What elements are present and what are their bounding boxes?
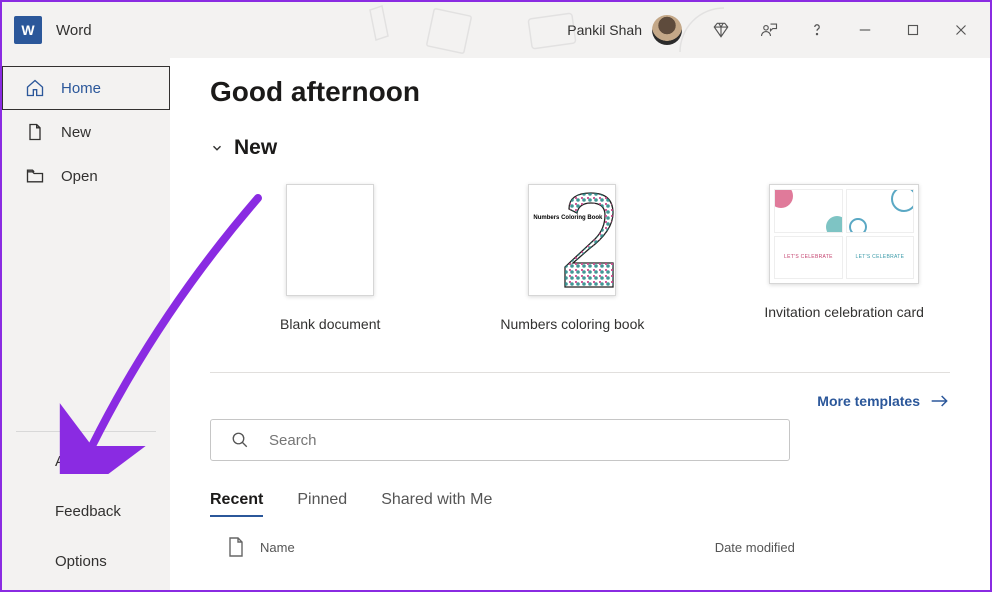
sidebar-item-feedback[interactable]: Feedback [2,486,170,536]
search-input[interactable] [269,432,769,449]
help-icon[interactable] [794,7,840,53]
sidebar-item-account[interactable]: Account [2,436,170,486]
template-numbers-coloring-book[interactable]: Numbers Coloring Book Numbers coloring b… [500,184,644,332]
tab-pinned[interactable]: Pinned [297,491,347,517]
search-icon [231,431,249,449]
minimize-button[interactable] [842,7,888,53]
template-label: Numbers coloring book [500,316,644,332]
more-templates-link[interactable]: More templates [817,393,950,409]
page-title: Good afternoon [210,76,950,108]
chevron-down-icon [210,141,224,155]
sidebar-item-options[interactable]: Options [2,536,170,586]
word-logo: W [14,16,42,44]
more-templates-row: More templates [210,372,950,409]
app-title: Word [56,22,92,39]
template-label: Invitation celebration card [764,304,924,320]
column-date-modified: Date modified [715,540,795,555]
document-icon [228,537,244,557]
sidebar-label: Feedback [55,503,121,520]
user-name-label[interactable]: Pankil Shah [567,22,642,38]
arrow-right-icon [930,393,950,409]
feedback-person-icon[interactable] [746,7,792,53]
sidebar-divider [16,431,156,432]
sidebar-label: Options [55,553,107,570]
number-two-art [563,191,615,291]
sidebar-item-new[interactable]: New [2,110,170,154]
main-content: Good afternoon New Blank document Number… [170,58,990,590]
folder-icon [25,166,45,186]
template-invitation-card[interactable]: LET'S CELEBRATE LET'S CELEBRATE Invitati… [764,184,924,332]
sidebar-label: Account [55,453,109,470]
user-avatar[interactable] [652,15,682,45]
tab-recent[interactable]: Recent [210,491,263,517]
home-icon [25,78,45,98]
template-thumbnail [286,184,374,296]
document-icon [25,122,45,142]
premium-diamond-icon[interactable] [698,7,744,53]
template-thumbnail: Numbers Coloring Book [528,184,616,296]
tab-shared-with-me[interactable]: Shared with Me [381,491,492,517]
titlebar: W Word Pankil Shah [2,2,990,58]
templates-row: Blank document Numbers Coloring Book Num… [280,184,950,332]
maximize-button[interactable] [890,7,936,53]
new-section-header[interactable]: New [210,136,950,160]
recent-table-header: Name Date modified [210,537,950,557]
template-blank-document[interactable]: Blank document [280,184,380,332]
column-name: Name [260,540,295,555]
section-title: New [234,136,277,160]
template-thumbnail: LET'S CELEBRATE LET'S CELEBRATE [769,184,919,284]
sidebar-label: Open [61,168,98,185]
template-label: Blank document [280,316,380,332]
close-button[interactable] [938,7,984,53]
titlebar-controls: Pankil Shah [567,2,984,58]
sidebar-label: New [61,124,91,141]
recent-tabs: Recent Pinned Shared with Me [210,491,950,517]
sidebar-item-home[interactable]: Home [2,66,170,110]
sidebar-item-open[interactable]: Open [2,154,170,198]
sidebar-label: Home [61,80,101,97]
search-box[interactable] [210,419,790,461]
more-templates-label: More templates [817,393,920,409]
sidebar: Home New Open Account Feedback Options [2,58,170,590]
